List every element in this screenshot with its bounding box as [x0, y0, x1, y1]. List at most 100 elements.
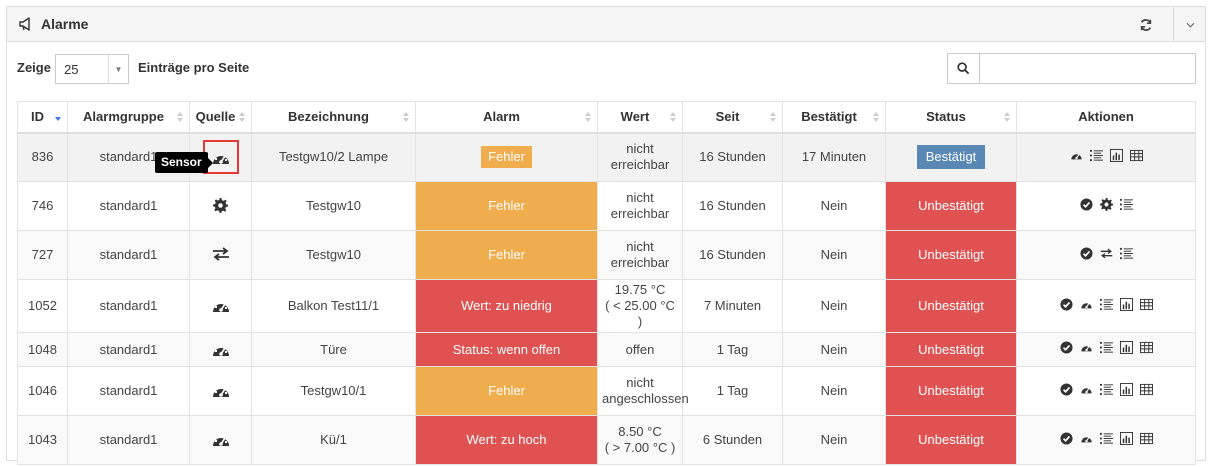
- sensor-gauge-icon[interactable]: [1070, 149, 1083, 162]
- column-header-id[interactable]: ID: [17, 101, 68, 134]
- cell-status: Unbestätigt: [885, 181, 1017, 231]
- cell-ack: Nein: [782, 279, 886, 333]
- status-badge: Bestätigt: [916, 145, 986, 170]
- value-main: offen: [625, 341, 655, 357]
- row-actions: [1079, 197, 1133, 211]
- cell-ack: Nein: [782, 181, 886, 231]
- cell-since: 1 Tag: [682, 332, 783, 367]
- cell-alarm: Status: wenn offen: [415, 332, 598, 367]
- chart-icon[interactable]: [1119, 341, 1133, 354]
- sort-icon: [670, 112, 676, 122]
- sensor-gauge-icon[interactable]: [1080, 432, 1093, 445]
- cell-alarm: Fehler: [415, 366, 598, 416]
- list-icon[interactable]: [1099, 341, 1113, 354]
- column-header-source[interactable]: Quelle: [189, 101, 252, 134]
- cell-group: standard1: [67, 279, 190, 333]
- cell-name: Testgw10/2 Lampe: [251, 132, 416, 182]
- cell-id: 1046: [17, 366, 68, 416]
- sensor-gauge-icon: [211, 432, 231, 448]
- chart-icon[interactable]: [1109, 148, 1123, 162]
- chevron-down-icon[interactable]: [1181, 17, 1199, 33]
- check-circle-icon[interactable]: [1059, 341, 1073, 354]
- cell-status: Unbestätigt: [885, 279, 1017, 333]
- list-icon[interactable]: [1099, 432, 1113, 445]
- sensor-gauge-icon: [211, 298, 231, 314]
- table-icon[interactable]: [1139, 432, 1153, 445]
- search-icon[interactable]: [947, 53, 980, 84]
- cell-since: 7 Minuten: [682, 279, 783, 333]
- cell-since: 16 Stunden: [682, 132, 783, 182]
- row-actions: [1059, 341, 1153, 354]
- cell-actions: [1016, 279, 1196, 333]
- exchange-icon[interactable]: [1100, 247, 1113, 260]
- sensor-tooltip: Sensor: [155, 152, 213, 173]
- check-circle-icon[interactable]: [1059, 382, 1073, 396]
- page-size-value: 25: [64, 61, 79, 77]
- list-icon[interactable]: [1099, 383, 1113, 396]
- column-header-value[interactable]: Wert: [597, 101, 683, 134]
- check-circle-icon[interactable]: [1079, 197, 1093, 211]
- check-circle-icon[interactable]: [1059, 431, 1073, 445]
- status-text: Unbestätigt: [918, 198, 984, 213]
- alarm-badge: Fehler: [481, 146, 532, 169]
- value-detail: erreichbar: [610, 157, 670, 173]
- cell-since: 1 Tag: [682, 366, 783, 416]
- cell-ack: Nein: [782, 230, 886, 280]
- cell-alarm: Wert: zu niedrig: [415, 279, 598, 333]
- cell-alarm: Wert: zu hoch: [415, 415, 598, 465]
- table-icon[interactable]: [1139, 298, 1153, 311]
- cell-id: 746: [17, 181, 68, 231]
- check-circle-icon[interactable]: [1059, 297, 1073, 311]
- column-header-status[interactable]: Status: [885, 101, 1017, 134]
- column-header-since[interactable]: Seit: [682, 101, 783, 134]
- alarm-panel: Alarme Zeige 25 ▼ Einträge pro Seite ID …: [6, 6, 1206, 465]
- chart-icon[interactable]: [1119, 382, 1133, 396]
- list-icon[interactable]: [1119, 198, 1133, 211]
- chart-icon[interactable]: [1119, 431, 1133, 445]
- cell-actions: [1016, 181, 1196, 231]
- table-icon[interactable]: [1139, 341, 1153, 354]
- cell-actions: [1016, 415, 1196, 465]
- cell-group: standard1: [67, 415, 190, 465]
- cell-name: Testgw10/1: [251, 366, 416, 416]
- column-header-group[interactable]: Alarmgruppe: [67, 101, 190, 134]
- check-circle-icon[interactable]: [1079, 246, 1093, 260]
- sensor-gauge-icon[interactable]: [1080, 298, 1093, 311]
- cell-alarm: Fehler: [415, 230, 598, 280]
- gear-icon[interactable]: [1099, 197, 1113, 211]
- alarm-text: Fehler: [488, 198, 525, 213]
- page-size-select[interactable]: 25 ▼: [55, 54, 129, 84]
- search-input[interactable]: [979, 53, 1196, 84]
- cell-ack: Nein: [782, 332, 886, 367]
- sort-icon: [770, 112, 776, 122]
- column-header-ack[interactable]: Bestätigt: [782, 101, 886, 134]
- column-header-alarm[interactable]: Alarm: [415, 101, 598, 134]
- sensor-gauge-icon[interactable]: [1080, 383, 1093, 396]
- cell-alarm: Fehler: [415, 181, 598, 231]
- sensor-gauge-icon: [211, 342, 231, 358]
- list-icon[interactable]: [1089, 149, 1103, 162]
- value-main: 19.75 °C: [614, 282, 666, 297]
- cell-status: Unbestätigt: [885, 230, 1017, 280]
- sensor-gauge-icon[interactable]: [1080, 341, 1093, 354]
- status-text: Unbestätigt: [918, 247, 984, 262]
- column-header-name[interactable]: Bezeichnung: [251, 101, 416, 134]
- table-icon[interactable]: [1139, 383, 1153, 396]
- value-detail: ( > 7.00 °C ): [604, 440, 676, 455]
- refresh-icon[interactable]: [1137, 16, 1155, 34]
- row-actions: [1059, 382, 1153, 396]
- row-actions: [1059, 297, 1153, 311]
- table-row: 1052 standard1 Balkon Test11/1 Wert: zu …: [17, 279, 1196, 333]
- cell-alarm: Fehler: [415, 132, 598, 182]
- value-detail: erreichbar: [610, 255, 670, 270]
- table-row: 746 standard1 Testgw10 Fehler nicht errei…: [17, 181, 1196, 231]
- list-icon[interactable]: [1119, 247, 1133, 260]
- chart-icon[interactable]: [1119, 297, 1133, 311]
- entries-per-page-label: Einträge pro Seite: [138, 60, 250, 75]
- cell-group: standard1: [67, 366, 190, 416]
- cell-name: Kü/1: [251, 415, 416, 465]
- list-icon[interactable]: [1099, 298, 1113, 311]
- cell-value: nicht erreichbar: [597, 181, 683, 231]
- table-icon[interactable]: [1129, 149, 1143, 162]
- value-main: nicht: [626, 141, 654, 157]
